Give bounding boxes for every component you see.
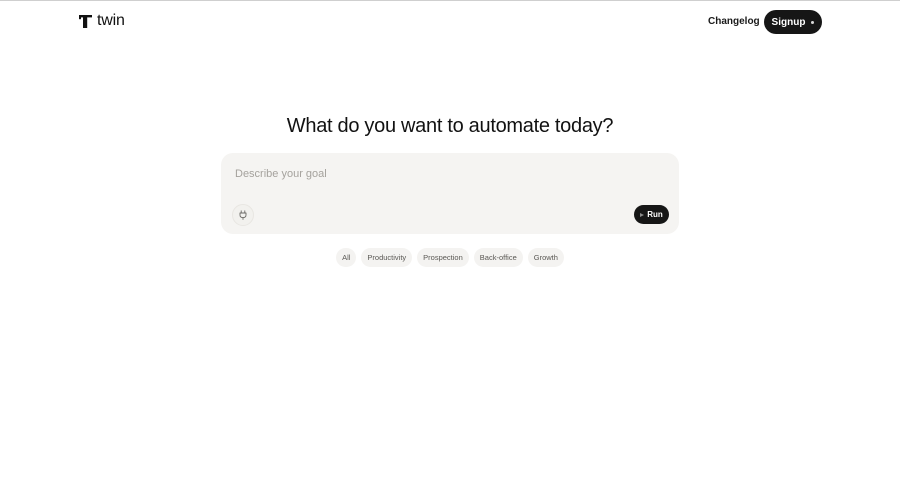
top-nav: twin Changelog Signup: [0, 0, 900, 42]
changelog-link[interactable]: Changelog: [708, 15, 760, 28]
category-filters: All Productivity Prospection Back-office…: [0, 248, 900, 267]
run-button[interactable]: Run: [634, 205, 669, 224]
goal-input[interactable]: [235, 166, 635, 182]
filter-chip-prospection[interactable]: Prospection: [417, 248, 469, 267]
filter-chip-all[interactable]: All: [336, 248, 357, 267]
filter-chip-back-office[interactable]: Back-office: [473, 248, 523, 267]
integrations-button[interactable]: [232, 204, 254, 226]
page-title: What do you want to automate today?: [286, 115, 614, 137]
goal-composer: Run: [221, 153, 679, 234]
t-logo-icon: [79, 14, 92, 28]
signup-button[interactable]: Signup: [764, 10, 822, 34]
run-label: Run: [647, 210, 663, 219]
play-icon: [640, 212, 645, 217]
filter-chip-growth[interactable]: Growth: [527, 248, 564, 267]
dot-icon: [811, 20, 815, 24]
plug-icon: [239, 210, 247, 220]
filter-chip-productivity[interactable]: Productivity: [361, 248, 413, 267]
brand-logo-link[interactable]: twin: [79, 12, 125, 30]
signup-label: Signup: [771, 16, 806, 28]
brand-name: twin: [97, 12, 125, 29]
